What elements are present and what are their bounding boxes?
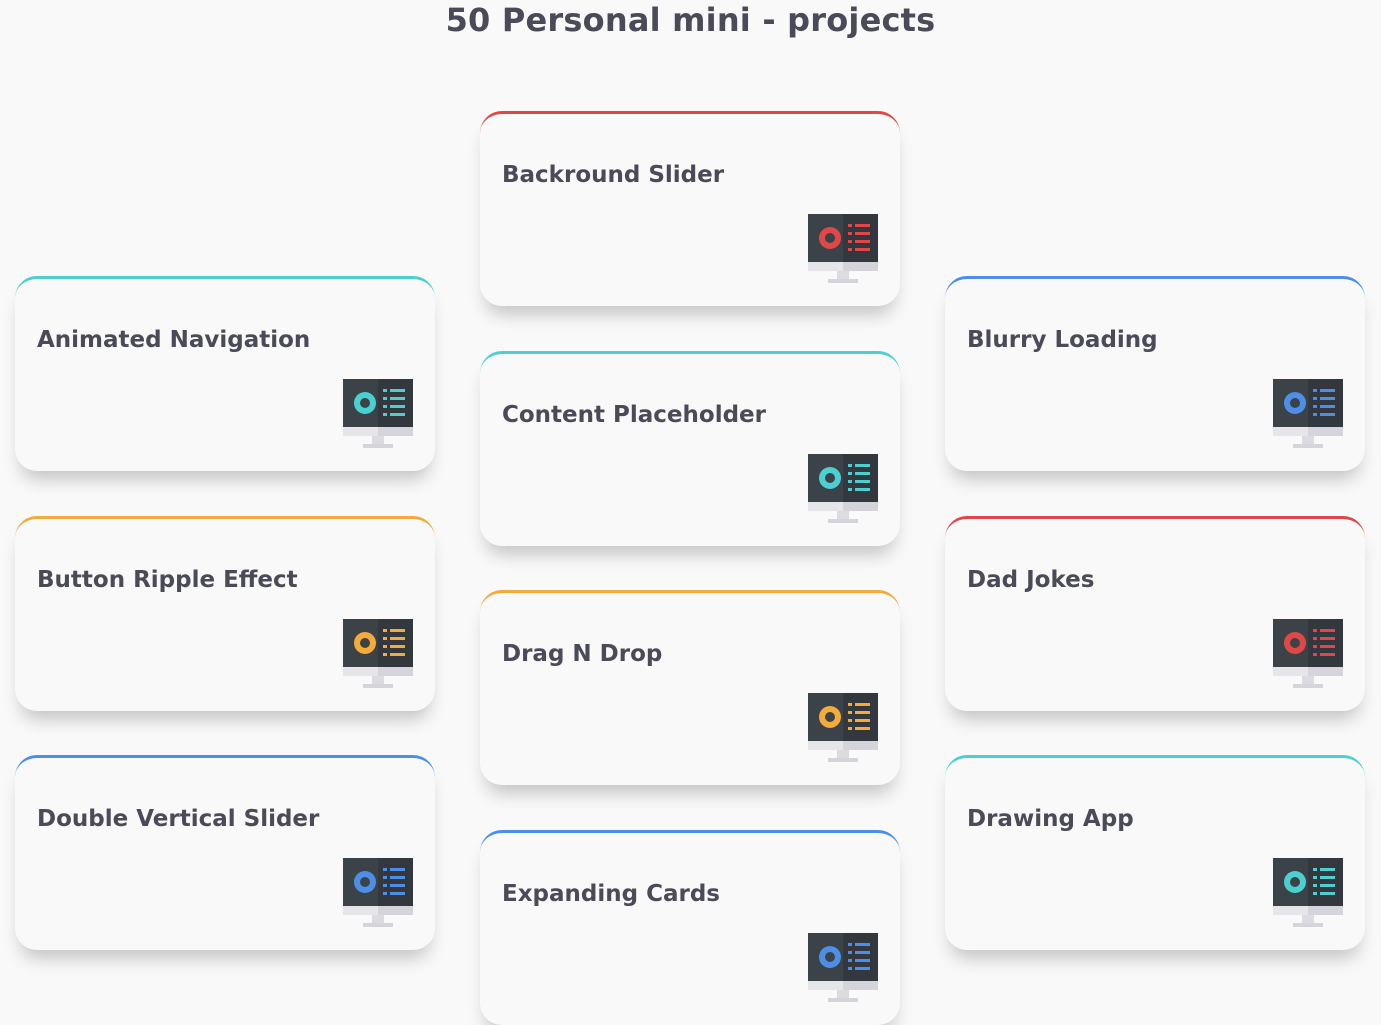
monitor-icon	[343, 379, 413, 448]
project-card-title: Double Vertical Slider	[37, 806, 320, 832]
project-card-title: Content Placeholder	[502, 402, 766, 428]
project-card-title: Dad Jokes	[967, 567, 1095, 593]
project-card-title: Button Ripple Effect	[37, 567, 298, 593]
project-card[interactable]: Expanding Cards	[480, 830, 900, 1025]
monitor-icon	[343, 858, 413, 927]
project-card[interactable]: Blurry Loading	[945, 276, 1365, 471]
project-card[interactable]: Double Vertical Slider	[15, 755, 435, 950]
monitor-icon	[1273, 379, 1343, 448]
monitor-icon	[343, 619, 413, 688]
project-card[interactable]: Backround Slider	[480, 111, 900, 306]
monitor-icon	[808, 693, 878, 762]
monitor-icon	[808, 214, 878, 283]
project-card[interactable]: Animated Navigation	[15, 276, 435, 471]
project-card[interactable]: Drag N Drop	[480, 590, 900, 785]
project-card-title: Expanding Cards	[502, 881, 720, 907]
project-card[interactable]: Drawing App	[945, 755, 1365, 950]
project-card-title: Backround Slider	[502, 162, 725, 188]
project-card[interactable]: Content Placeholder	[480, 351, 900, 546]
project-card-title: Animated Navigation	[37, 327, 311, 353]
monitor-icon	[808, 454, 878, 523]
project-card[interactable]: Dad Jokes	[945, 516, 1365, 711]
project-grid: Backround Slider Animated Navigation Blu…	[0, 0, 1381, 1025]
project-card-title: Blurry Loading	[967, 327, 1158, 353]
monitor-icon	[1273, 858, 1343, 927]
monitor-icon	[1273, 619, 1343, 688]
project-card[interactable]: Button Ripple Effect	[15, 516, 435, 711]
monitor-icon	[808, 933, 878, 1002]
project-card-title: Drawing App	[967, 806, 1134, 832]
project-card-title: Drag N Drop	[502, 641, 663, 667]
